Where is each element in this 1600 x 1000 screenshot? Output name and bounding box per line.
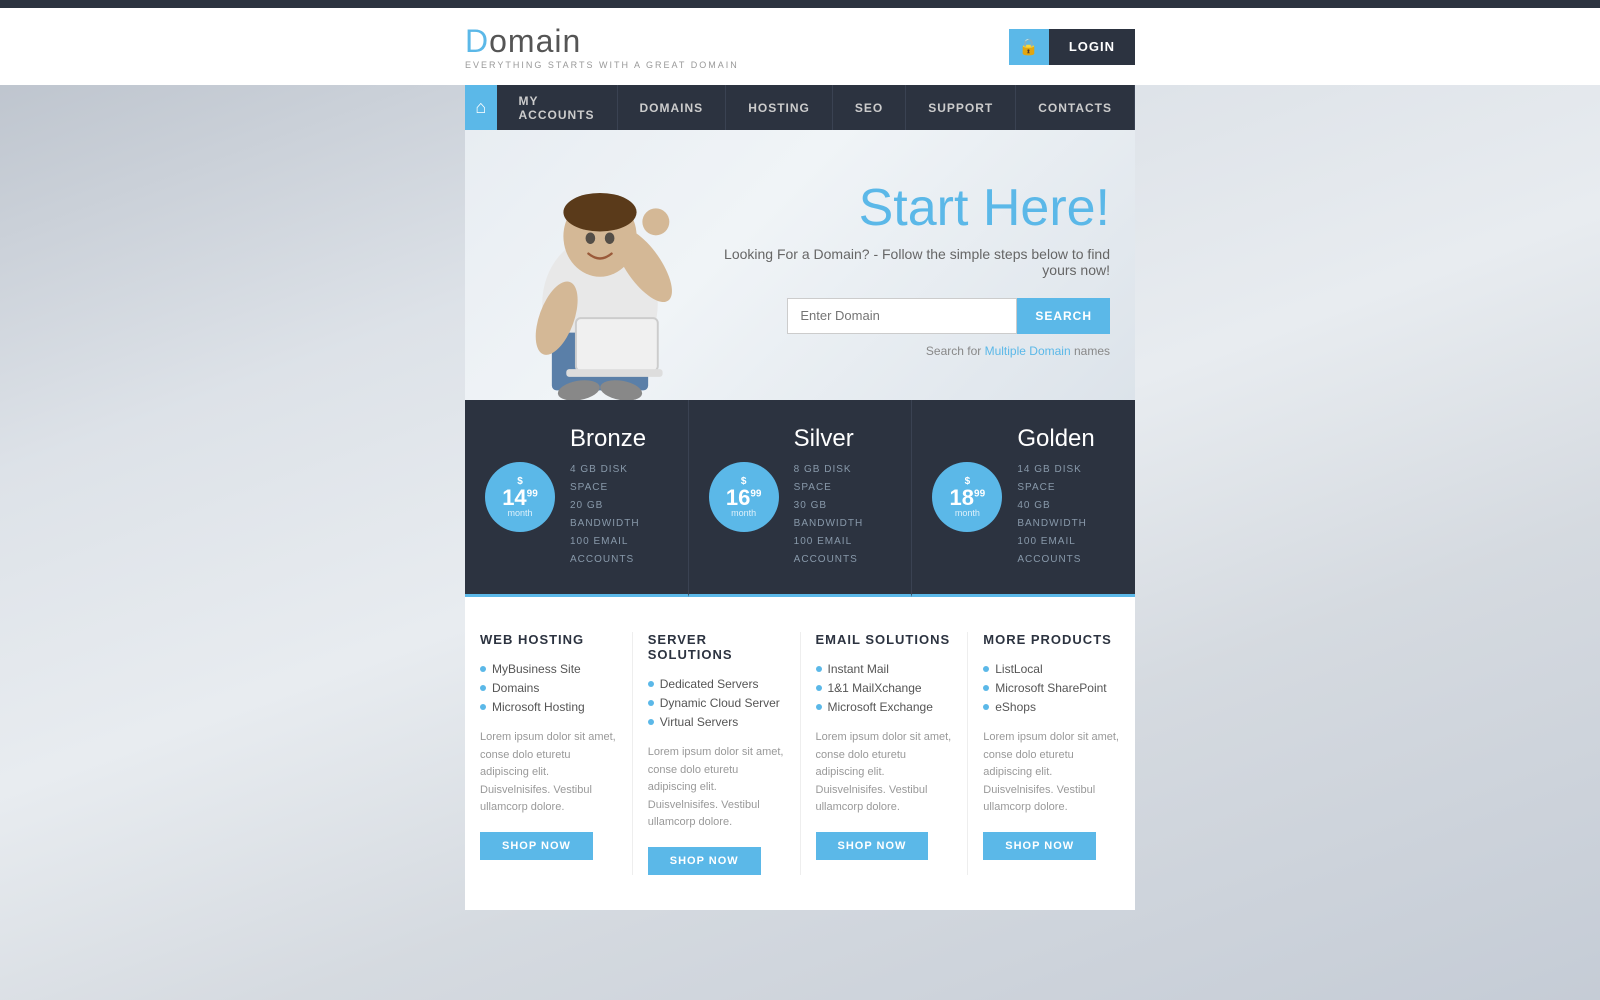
silver-feature-3: 100 Email Accounts xyxy=(794,533,892,569)
bullet-icon xyxy=(983,704,989,710)
bronze-info: Bronze 4 GB Disk Space 20 GB Bandwidth 1… xyxy=(570,425,668,569)
more-item-1: ListLocal xyxy=(983,662,1120,676)
server-shop-button[interactable]: SHOP NOW xyxy=(648,847,761,875)
golden-feature-2: 40 GB Bandwidth xyxy=(1017,497,1115,533)
golden-price-circle: $ 1899 month xyxy=(932,462,1002,532)
hero-content: Start Here! Looking For a Domain? - Foll… xyxy=(705,148,1135,383)
hero-person-image xyxy=(485,130,715,400)
nav-bar: ⌂ MY ACCOUNTS DOMAINS HOSTING SEO SUPPOR… xyxy=(465,85,1135,130)
server-item-1: Dedicated Servers xyxy=(648,677,785,691)
bullet-icon xyxy=(983,666,989,672)
email-item-2: 1&1 MailXchange xyxy=(816,681,953,695)
nav-item-domains[interactable]: DOMAINS xyxy=(618,85,727,130)
nav-item-contacts[interactable]: CONTACTS xyxy=(1016,85,1135,130)
bullet-icon xyxy=(648,719,654,725)
pricing-card-bronze: $ 1499 month Bronze 4 GB Disk Space 20 G… xyxy=(465,400,689,597)
lock-icon[interactable]: 🔒 xyxy=(1009,29,1049,65)
feature-email-solutions: EMAIL SOLUTIONS Instant Mail 1&1 MailXch… xyxy=(801,632,969,875)
bronze-price-circle: $ 1499 month xyxy=(485,462,555,532)
email-item-3: Microsoft Exchange xyxy=(816,700,953,714)
feature-web-hosting: WEB HOSTING MyBusiness Site Domains Micr… xyxy=(465,632,633,875)
login-button[interactable]: LOGIN xyxy=(1049,29,1135,65)
logo-first-letter: D xyxy=(465,23,489,59)
bullet-icon xyxy=(480,685,486,691)
bullet-icon xyxy=(983,685,989,691)
email-shop-button[interactable]: SHOP NOW xyxy=(816,832,929,860)
bullet-icon xyxy=(816,666,822,672)
more-item-3: eShops xyxy=(983,700,1120,714)
silver-plan-name: Silver xyxy=(794,425,892,453)
search-bar: SEARCH xyxy=(705,298,1110,334)
bronze-plan-name: Bronze xyxy=(570,425,668,453)
web-hosting-title: WEB HOSTING xyxy=(480,632,617,647)
search-button[interactable]: SEARCH xyxy=(1017,298,1110,334)
more-item-2: Microsoft SharePoint xyxy=(983,681,1120,695)
silver-info: Silver 8 GB Disk Space 30 GB Bandwidth 1… xyxy=(794,425,892,569)
web-hosting-shop-button[interactable]: SHOP NOW xyxy=(480,832,593,860)
more-desc: Lorem ipsum dolor sit amet, conse dolo e… xyxy=(983,729,1120,817)
web-hosting-item-2: Domains xyxy=(480,681,617,695)
server-desc: Lorem ipsum dolor sit amet, conse dolo e… xyxy=(648,744,785,832)
feature-more-products: MORE PRODUCTS ListLocal Microsoft ShareP… xyxy=(968,632,1135,875)
bronze-feature-1: 4 GB Disk Space xyxy=(570,461,668,497)
silver-feature-1: 8 GB Disk Space xyxy=(794,461,892,497)
server-item-2: Dynamic Cloud Server xyxy=(648,696,785,710)
server-solutions-title: SERVER SOLUTIONS xyxy=(648,632,785,662)
golden-feature-1: 14 GB Disk Space xyxy=(1017,461,1115,497)
logo-subtitle: Everything Starts With a Great Domain xyxy=(465,60,739,70)
server-item-3: Virtual Servers xyxy=(648,715,785,729)
hero-section: Start Here! Looking For a Domain? - Foll… xyxy=(465,130,1135,400)
more-shop-button[interactable]: SHOP NOW xyxy=(983,832,1096,860)
multiple-domain-link-area: Search for Multiple Domain names xyxy=(705,344,1110,358)
nav-home-button[interactable]: ⌂ xyxy=(465,85,497,130)
nav-item-hosting[interactable]: HOSTING xyxy=(726,85,833,130)
feature-server-solutions: SERVER SOLUTIONS Dedicated Servers Dynam… xyxy=(633,632,801,875)
header: Domain Everything Starts With a Great Do… xyxy=(0,8,1600,85)
pricing-section: $ 1499 month Bronze 4 GB Disk Space 20 G… xyxy=(465,400,1135,597)
top-bar xyxy=(0,0,1600,8)
bullet-icon xyxy=(480,704,486,710)
nav-item-my-accounts[interactable]: MY ACCOUNTS xyxy=(497,85,618,130)
bronze-feature-3: 100 Email Accounts xyxy=(570,533,668,569)
bronze-feature-2: 20 GB Bandwidth xyxy=(570,497,668,533)
pricing-card-golden: $ 1899 month Golden 14 GB Disk Space 40 … xyxy=(912,400,1135,597)
hero-title: Start Here! xyxy=(705,178,1110,238)
bullet-icon xyxy=(816,685,822,691)
login-area: 🔒 LOGIN xyxy=(1009,29,1135,65)
email-item-1: Instant Mail xyxy=(816,662,953,676)
bullet-icon xyxy=(816,704,822,710)
silver-price-circle: $ 1699 month xyxy=(709,462,779,532)
golden-plan-name: Golden xyxy=(1017,425,1115,453)
bullet-icon xyxy=(648,681,654,687)
web-hosting-item-3: Microsoft Hosting xyxy=(480,700,617,714)
bullet-icon xyxy=(480,666,486,672)
nav-item-seo[interactable]: SEO xyxy=(833,85,906,130)
hero-subtitle: Looking For a Domain? - Follow the simpl… xyxy=(705,246,1110,278)
silver-feature-2: 30 GB Bandwidth xyxy=(794,497,892,533)
multiple-domain-link[interactable]: Multiple Domain xyxy=(985,344,1071,358)
domain-search-input[interactable] xyxy=(787,298,1017,334)
more-products-title: MORE PRODUCTS xyxy=(983,632,1120,647)
logo: Domain Everything Starts With a Great Do… xyxy=(465,23,739,70)
features-section: WEB HOSTING MyBusiness Site Domains Micr… xyxy=(465,597,1135,910)
bullet-icon xyxy=(648,700,654,706)
logo-title: Domain xyxy=(465,23,739,60)
email-desc: Lorem ipsum dolor sit amet, conse dolo e… xyxy=(816,729,953,817)
golden-info: Golden 14 GB Disk Space 40 GB Bandwidth … xyxy=(1017,425,1115,569)
golden-feature-3: 100 Email Accounts xyxy=(1017,533,1115,569)
email-solutions-title: EMAIL SOLUTIONS xyxy=(816,632,953,647)
web-hosting-desc: Lorem ipsum dolor sit amet, conse dolo e… xyxy=(480,729,617,817)
web-hosting-item-1: MyBusiness Site xyxy=(480,662,617,676)
pricing-card-silver: $ 1699 month Silver 8 GB Disk Space 30 G… xyxy=(689,400,913,597)
nav-item-support[interactable]: SUPPORT xyxy=(906,85,1016,130)
